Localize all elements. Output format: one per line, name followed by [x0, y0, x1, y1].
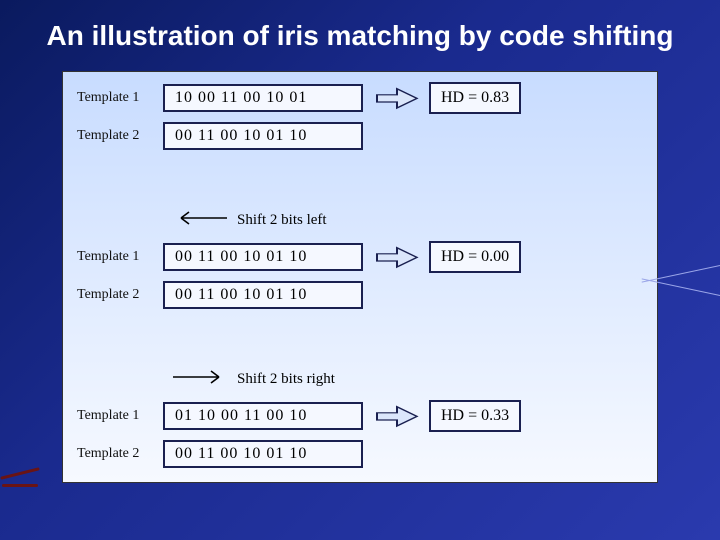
table-row: Template 1 10 00 11 00 10 01 HD = 0.83 [77, 84, 643, 112]
page-title: An illustration of iris matching by code… [36, 18, 684, 53]
table-row: Template 1 01 10 00 11 00 10 HD = 0.33 [77, 402, 643, 430]
table-row: Template 2 00 11 00 10 01 10 [77, 440, 643, 468]
template-group: Template 1 10 00 11 00 10 01 HD = 0.83 T… [77, 84, 643, 150]
decor-bar-icon [0, 472, 46, 498]
code-box: 00 11 00 10 01 10 [163, 243, 363, 271]
template-group: Shift 2 bits right Template 1 01 10 00 1… [77, 362, 643, 468]
arrow-right-icon [369, 392, 425, 440]
arrow-right-icon [369, 233, 425, 281]
shift-indicator: Shift 2 bits left [77, 209, 643, 231]
arrow-right-icon [369, 74, 425, 122]
arrow-left-icon [173, 211, 227, 230]
code-box: 01 10 00 11 00 10 [163, 402, 363, 430]
shift-indicator: Shift 2 bits right [77, 368, 643, 390]
shift-label: Shift 2 bits left [237, 212, 327, 229]
template-label: Template 2 [77, 446, 163, 462]
code-box: 00 11 00 10 01 10 [163, 122, 363, 150]
template-label: Template 1 [77, 249, 163, 265]
template-label: Template 2 [77, 128, 163, 144]
diagram-panel: Template 1 10 00 11 00 10 01 HD = 0.83 T… [62, 71, 658, 483]
arrow-right-thin-icon [173, 370, 227, 389]
code-box: 00 11 00 10 01 10 [163, 281, 363, 309]
template-label: Template 2 [77, 287, 163, 303]
template-label: Template 1 [77, 90, 163, 106]
decor-lines-icon [640, 255, 720, 325]
table-row: Template 2 00 11 00 10 01 10 [77, 281, 643, 309]
table-row: Template 1 00 11 00 10 01 10 HD = 0.00 [77, 243, 643, 271]
hd-box: HD = 0.83 [429, 82, 521, 114]
table-row: Template 2 00 11 00 10 01 10 [77, 122, 643, 150]
shift-label: Shift 2 bits right [237, 371, 335, 388]
template-label: Template 1 [77, 408, 163, 424]
code-box: 10 00 11 00 10 01 [163, 84, 363, 112]
hd-box: HD = 0.00 [429, 241, 521, 273]
hd-box: HD = 0.33 [429, 400, 521, 432]
code-box: 00 11 00 10 01 10 [163, 440, 363, 468]
template-group: Shift 2 bits left Template 1 00 11 00 10… [77, 203, 643, 309]
